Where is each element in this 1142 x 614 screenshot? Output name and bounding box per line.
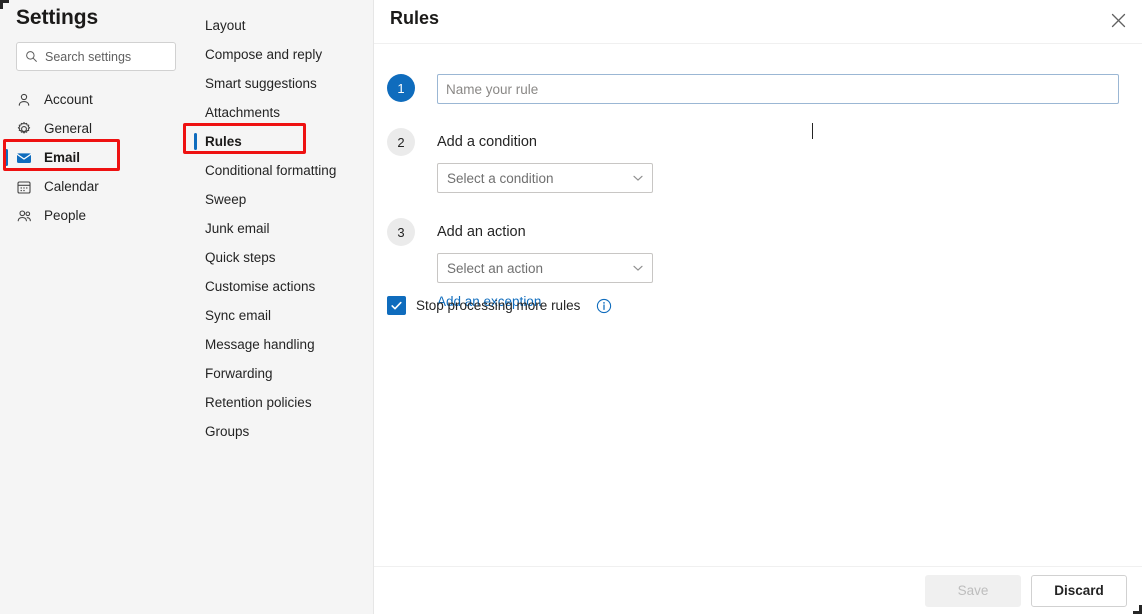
subnav-item-rules[interactable]: Rules [187, 127, 374, 156]
people-icon [16, 208, 32, 224]
chevron-down-icon [633, 265, 643, 271]
sidebar-item-account[interactable]: Account [0, 85, 187, 114]
step-1-row: 1 [387, 74, 1119, 104]
subnav-item-customise-actions[interactable]: Customise actions [187, 272, 374, 301]
step-2-label: Add a condition [437, 134, 537, 150]
step-3-badge: 3 [387, 218, 415, 246]
subnav-item-label: Quick steps [205, 250, 276, 265]
step-3-label: Add an action [437, 224, 526, 240]
sidebar-item-calendar[interactable]: Calendar [0, 172, 187, 201]
person-icon [16, 92, 32, 108]
subnav-item-retention-policies[interactable]: Retention policies [187, 388, 374, 417]
sidebar-nav: Account General Email Calendar People [0, 85, 187, 230]
subnav-item-label: Message handling [205, 337, 315, 352]
rules-panel: Rules 1 2 Add a condit [374, 0, 1142, 614]
subnav-item-sweep[interactable]: Sweep [187, 185, 374, 214]
subnav-item-label: Layout [205, 18, 246, 33]
subnav-item-label: Sync email [205, 308, 272, 323]
subnav-item-label: Smart suggestions [205, 76, 317, 91]
email-subnav-column: Layout Compose and reply Smart suggestio… [183, 0, 374, 614]
subnav-item-label: Compose and reply [205, 47, 323, 62]
search-input[interactable]: Search settings [45, 50, 131, 64]
subnav-item-compose-and-reply[interactable]: Compose and reply [187, 40, 374, 69]
close-glyph [1111, 13, 1125, 27]
rules-form: 1 2 Add a condition Select a condition [374, 44, 1142, 566]
sidebar-item-label: Account [44, 92, 93, 107]
sidebar-item-people[interactable]: People [0, 201, 187, 230]
subnav-item-groups[interactable]: Groups [187, 417, 374, 446]
sidebar-item-label: General [44, 121, 93, 136]
panel-title: Rules [390, 8, 440, 28]
panel-header: Rules [374, 0, 1142, 42]
subnav-item-label: Retention policies [205, 395, 312, 410]
condition-dropdown-value: Select a condition [447, 170, 554, 186]
stop-processing-checkbox[interactable] [387, 296, 406, 315]
subnav-item-conditional-formatting[interactable]: Conditional formatting [187, 156, 374, 185]
envelope-icon [16, 150, 32, 166]
sidebar-item-general[interactable]: General [0, 114, 187, 143]
rule-name-input[interactable] [437, 74, 1119, 104]
subnav-item-label: Rules [205, 134, 242, 149]
step-2-row: 2 Add a condition Select a condition [387, 128, 653, 193]
condition-dropdown[interactable]: Select a condition [437, 163, 653, 193]
email-subnav: Layout Compose and reply Smart suggestio… [187, 11, 374, 446]
subnav-item-attachments[interactable]: Attachments [187, 98, 374, 127]
stop-processing-label: Stop processing more rules [416, 298, 581, 313]
panel-footer: Save Discard [374, 566, 1142, 614]
subnav-item-label: Conditional formatting [205, 163, 337, 178]
search-settings-box[interactable]: Search settings [16, 42, 176, 71]
subnav-item-label: Junk email [205, 221, 270, 236]
subnav-item-label: Forwarding [205, 366, 273, 381]
sidebar-item-label: Calendar [44, 179, 99, 194]
text-cursor [812, 123, 813, 139]
info-icon[interactable] [596, 298, 612, 314]
page-title: Settings [16, 6, 99, 29]
sidebar-item-email[interactable]: Email [0, 143, 187, 172]
action-dropdown-value: Select an action [447, 260, 544, 276]
save-button[interactable]: Save [925, 574, 1021, 607]
subnav-item-quick-steps[interactable]: Quick steps [187, 243, 374, 272]
settings-window: Settings Search settings Account General… [0, 0, 1142, 614]
close-icon[interactable] [1100, 3, 1136, 37]
subnav-item-label: Attachments [205, 105, 281, 120]
sidebar-item-label: Email [44, 150, 81, 165]
step-2-badge: 2 [387, 128, 415, 156]
chevron-down-icon [633, 175, 643, 181]
subnav-item-junk-email[interactable]: Junk email [187, 214, 374, 243]
stop-processing-row: Stop processing more rules [387, 296, 612, 315]
subnav-item-label: Sweep [205, 192, 247, 207]
search-icon [26, 51, 37, 62]
settings-sidebar: Settings Search settings Account General… [0, 0, 187, 614]
subnav-item-sync-email[interactable]: Sync email [187, 301, 374, 330]
subnav-item-smart-suggestions[interactable]: Smart suggestions [187, 69, 374, 98]
subnav-item-message-handling[interactable]: Message handling [187, 330, 374, 359]
discard-button[interactable]: Discard [1031, 574, 1127, 607]
action-dropdown[interactable]: Select an action [437, 253, 653, 283]
subnav-item-forwarding[interactable]: Forwarding [187, 359, 374, 388]
step-1-badge: 1 [387, 74, 415, 102]
subnav-item-label: Customise actions [205, 279, 316, 294]
calendar-icon [16, 179, 32, 195]
gear-icon [16, 121, 32, 137]
checkmark-icon [391, 301, 402, 310]
subnav-item-layout[interactable]: Layout [187, 11, 374, 40]
subnav-item-label: Groups [205, 424, 250, 439]
sidebar-item-label: People [44, 208, 87, 223]
